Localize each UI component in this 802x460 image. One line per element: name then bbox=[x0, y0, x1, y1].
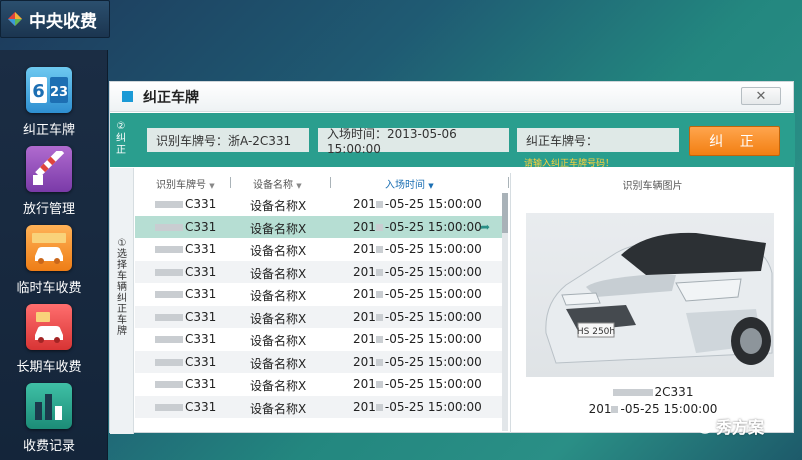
sort-down-icon: ▼ bbox=[428, 182, 434, 190]
app-logo-icon bbox=[8, 12, 22, 26]
table-row[interactable]: C331 设备名称X 201 -05-25 15:00:00 bbox=[135, 373, 505, 396]
table-row[interactable]: C331 设备名称X 201 -05-25 15:00:00 bbox=[135, 193, 505, 216]
device-cell: 设备名称X bbox=[250, 379, 307, 393]
device-cell: 设备名称X bbox=[250, 244, 307, 258]
entry-time-cell: 201 -05-25 15:00:00 bbox=[353, 219, 482, 234]
dialog-title: 纠正车牌 bbox=[143, 89, 199, 106]
sidebar-item-release[interactable]: 放行管理 bbox=[0, 146, 98, 217]
vehicle-list: C331 设备名称X 201 -05-25 15:00:00 C331 设备名称X 201-… bbox=[135, 193, 505, 418]
table-row[interactable]: C331 设备名称X 201 -05-25 15:00:00 bbox=[135, 350, 505, 373]
plate-cell: C331 bbox=[155, 355, 216, 369]
temporary-car-icon bbox=[26, 225, 72, 271]
sidebar-item-label: 纠正车牌 bbox=[22, 123, 75, 138]
entry-time-cell: 201 -05-25 15:00:00 bbox=[353, 354, 482, 369]
device-cell: 设备名称X bbox=[250, 334, 307, 348]
watermark: 秀方案 bbox=[690, 414, 764, 438]
sidebar-item-label: 长期车收费 bbox=[16, 360, 82, 375]
entry-time-cell: 201 -05-25 15:00:00 bbox=[353, 287, 482, 301]
entry-time-cell: 201 -05-25 15:00:00 bbox=[353, 309, 482, 324]
table-row[interactable]: C331 设备名称X 201 -05-25 15:00:00 bbox=[135, 305, 505, 328]
column-divider bbox=[508, 177, 509, 188]
device-cell: 设备名称X bbox=[250, 289, 307, 303]
wechat-icon bbox=[690, 418, 712, 434]
col-header-plate[interactable]: 识别车牌号 ▼ bbox=[156, 176, 215, 191]
correct-button[interactable]: 纠 正 bbox=[689, 126, 780, 156]
device-cell: 设备名称X bbox=[250, 199, 307, 213]
vehicle-photo: HS 250h bbox=[526, 213, 774, 377]
image-plate-info: 2C331 bbox=[511, 385, 795, 399]
app-title-text: 中央收费 bbox=[29, 11, 97, 32]
plate-cell: C331 bbox=[155, 310, 216, 324]
dialog-header: 纠正车牌 bbox=[110, 82, 793, 112]
input-hint: 请输入纠正车牌号码！ bbox=[524, 159, 615, 169]
svg-text:6: 6 bbox=[32, 81, 45, 102]
image-panel-caption: 识别车辆图片 bbox=[622, 181, 683, 192]
sidebar-item-temporary-fee[interactable]: 临时车收费 bbox=[0, 225, 98, 296]
correction-bar: ②纠正 识别车牌号：浙A-2C331 入场时间：2013-05-06 15:00… bbox=[110, 113, 795, 169]
step1-panel: ①选择车辆纠正车牌 bbox=[110, 168, 134, 434]
watermark-text: 秀方案 bbox=[716, 418, 765, 437]
sidebar-item-label: 放行管理 bbox=[22, 202, 75, 217]
sidebar-item-label: 收费记录 bbox=[22, 439, 75, 454]
plate-cell: C331 bbox=[155, 332, 216, 346]
table-row[interactable]: C331 设备名称X 201 -05-25 15:00:00 ➦ bbox=[135, 215, 505, 238]
entry-time-cell: 201 -05-25 15:00:00 bbox=[353, 399, 482, 414]
plate-cell: C331 bbox=[155, 287, 216, 301]
table-row[interactable]: C331 设备名称X 201 -05-25 15:00:00 bbox=[135, 238, 505, 261]
chart-records-icon bbox=[26, 383, 72, 429]
column-divider bbox=[330, 177, 331, 188]
correct-plate-dialog: 纠正车牌 ✕ ②纠正 识别车牌号：浙A-2C331 入场时间：2013-05-0… bbox=[109, 81, 795, 434]
sidebar-item-long-term-fee[interactable]: 长期车收费 bbox=[0, 304, 98, 375]
entry-time-cell: 201 -05-25 15:00:00 bbox=[353, 264, 482, 279]
plate-cell: C331 bbox=[155, 400, 216, 414]
step2-label: ②纠正 bbox=[116, 121, 126, 156]
step1-label: ①选择车辆纠正车牌 bbox=[117, 238, 127, 337]
plate-cell: C331 bbox=[155, 242, 216, 256]
entry-time-cell: 201 -05-25 15:00:00 bbox=[353, 377, 482, 391]
plate-cell: C331 bbox=[155, 377, 216, 391]
sidebar-item-correct-plate[interactable]: 6 23 纠正车牌 bbox=[0, 67, 98, 138]
corrected-plate-input[interactable]: 纠正车牌号： bbox=[517, 128, 679, 152]
sort-down-icon: ▼ bbox=[209, 182, 215, 190]
plate-cell: C331 bbox=[155, 197, 216, 211]
close-button[interactable]: ✕ bbox=[741, 87, 781, 105]
device-cell: 设备名称X bbox=[250, 266, 307, 281]
scrollbar-thumb[interactable] bbox=[502, 193, 508, 233]
entry-time-field: 入场时间：2013-05-06 15:00:00 bbox=[318, 127, 509, 156]
selected-arrow-icon: ➦ bbox=[480, 219, 491, 234]
device-cell: 设备名称X bbox=[250, 311, 307, 326]
car-image: HS 250h bbox=[545, 232, 773, 365]
table-row[interactable]: C331 设备名称X 201 -05-25 15:00:00 bbox=[135, 260, 505, 283]
plate-cell: C331 bbox=[155, 220, 216, 234]
entry-time-cell: 201 -05-25 15:00:00 bbox=[353, 332, 482, 346]
entry-time-cell: 201 -05-25 15:00:00 bbox=[353, 242, 482, 256]
table-row[interactable]: C331 设备名称X 201 -05-25 15:00:00 bbox=[135, 328, 505, 351]
app-title: 中央收费 bbox=[0, 0, 110, 38]
plate-cell: C331 bbox=[155, 265, 216, 279]
col-header-device[interactable]: 设备名称 ▼ bbox=[253, 176, 302, 191]
entry-time-cell: 201 -05-25 15:00:00 bbox=[353, 197, 482, 211]
device-cell: 设备名称X bbox=[250, 221, 307, 236]
sidebar-item-fee-records[interactable]: 收费记录 bbox=[0, 383, 98, 454]
dialog-title-icon bbox=[122, 91, 133, 102]
barrier-gate-icon bbox=[26, 146, 72, 192]
sort-down-icon: ▼ bbox=[296, 182, 302, 190]
vehicle-image-panel: 识别车辆图片 HS 250h 2C331 201 -05-25 15:00:00 bbox=[510, 173, 794, 433]
device-cell: 设备名称X bbox=[250, 401, 307, 416]
col-header-entry-time[interactable]: 入场时间 ▼ bbox=[385, 176, 434, 191]
column-divider bbox=[230, 177, 231, 188]
table-row[interactable]: C331 设备名称X 201 -05-25 15:00:00 bbox=[135, 395, 505, 418]
plate-number-icon: 6 23 bbox=[26, 67, 72, 113]
table-row[interactable]: C331 设备名称X 201 -05-25 15:00:00 bbox=[135, 283, 505, 306]
sidebar: 6 23 纠正车牌 放行管理 临时车收费 长期车收费 收费记录 bbox=[0, 50, 108, 460]
table-header: 识别车牌号 ▼ 设备名称 ▼ 入场时间 ▼ bbox=[135, 173, 509, 193]
recognized-plate-field: 识别车牌号：浙A-2C331 bbox=[147, 128, 309, 152]
sidebar-item-label: 临时车收费 bbox=[16, 281, 82, 296]
long-term-car-icon bbox=[26, 304, 72, 350]
car-plate-text: HS 250h bbox=[577, 327, 615, 337]
device-cell: 设备名称X bbox=[250, 356, 307, 371]
scrollbar[interactable] bbox=[502, 193, 508, 431]
svg-text:23: 23 bbox=[50, 85, 68, 100]
